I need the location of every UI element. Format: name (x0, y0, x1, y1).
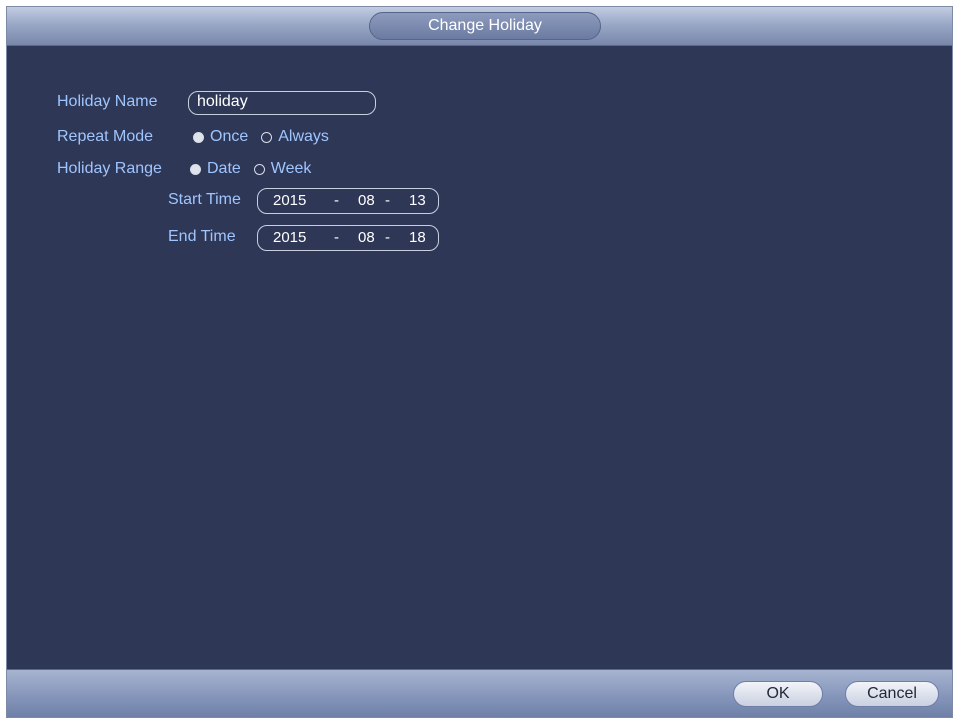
start-sep-1: - (334, 192, 339, 209)
dialog-content: Holiday Name holiday Repeat Mode Once Al… (7, 46, 952, 669)
start-time-label: Start Time (168, 191, 241, 208)
dialog-title: Change Holiday (369, 12, 601, 40)
repeat-always-radio[interactable] (261, 131, 273, 143)
holiday-name-label: Holiday Name (57, 93, 158, 110)
end-year[interactable]: 2015 (273, 228, 306, 248)
repeat-once-radio[interactable] (193, 131, 204, 143)
start-time-date-field[interactable]: 2015 - 08 - 13 (257, 188, 439, 214)
cancel-button[interactable]: Cancel (845, 681, 939, 707)
end-sep-2: - (385, 229, 390, 246)
range-week-radio[interactable] (253, 163, 265, 175)
end-day[interactable]: 18 (409, 228, 426, 248)
dialog-footer: OK Cancel (7, 669, 952, 717)
end-time-label: End Time (168, 228, 236, 245)
range-date-radio[interactable] (190, 163, 201, 175)
start-day[interactable]: 13 (409, 191, 426, 211)
end-sep-1: - (334, 229, 339, 246)
change-holiday-dialog: Change Holiday Holiday Name holiday Repe… (6, 6, 953, 718)
holiday-range-radio-group: Date Week (190, 159, 324, 179)
title-bar: Change Holiday (7, 7, 952, 46)
repeat-mode-label: Repeat Mode (57, 128, 154, 145)
holiday-range-label: Holiday Range (57, 160, 162, 177)
ok-button[interactable]: OK (733, 681, 823, 707)
range-date-label[interactable]: Date (207, 159, 241, 179)
range-week-label[interactable]: Week (271, 159, 312, 179)
end-time-date-field[interactable]: 2015 - 08 - 18 (257, 225, 439, 251)
start-sep-2: - (385, 192, 390, 209)
holiday-name-input[interactable]: holiday (188, 91, 376, 115)
repeat-always-label[interactable]: Always (278, 127, 329, 147)
start-month[interactable]: 08 (358, 191, 375, 211)
repeat-mode-radio-group: Once Always (193, 127, 342, 147)
start-year[interactable]: 2015 (273, 191, 306, 211)
end-month[interactable]: 08 (358, 228, 375, 248)
repeat-once-label[interactable]: Once (210, 127, 248, 147)
